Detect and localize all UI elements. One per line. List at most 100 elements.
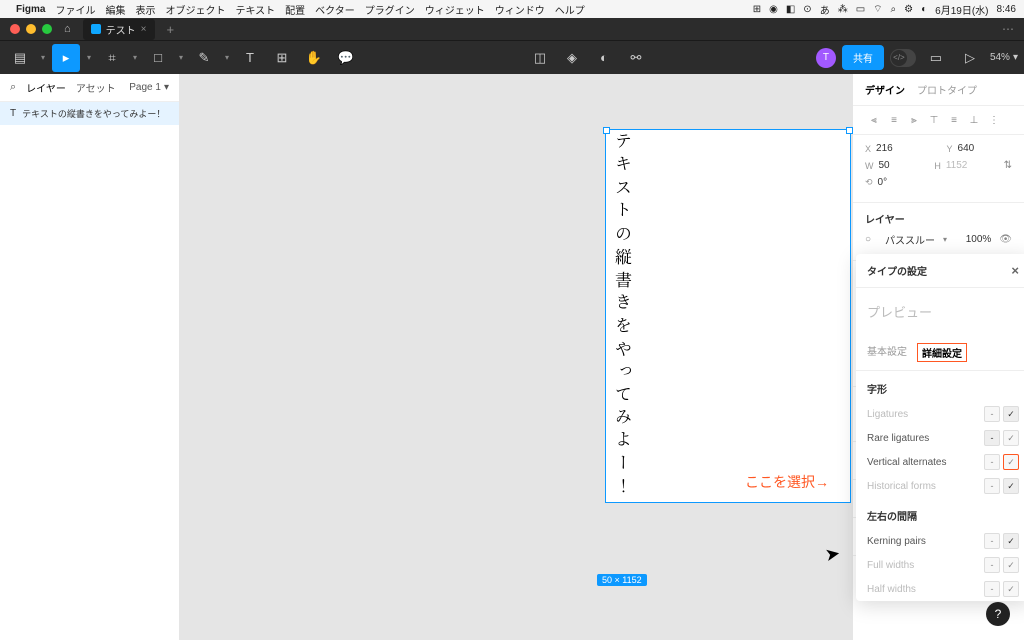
toggle-off[interactable]: - [984,430,1000,446]
align-hcenter-icon[interactable]: ≡ [885,112,903,128]
menubar-date[interactable]: 6月19日(水) [935,2,988,17]
layers-tab[interactable]: レイヤー [26,80,66,95]
control-center-icon[interactable]: ⚙ [904,4,913,15]
toggle-on[interactable]: ✓ [1003,533,1019,549]
component-icon[interactable]: ◫ [526,44,554,72]
prototype-tab[interactable]: プロトタイプ [917,82,977,97]
visibility-icon[interactable]: 👁 [999,234,1012,245]
mask-icon[interactable]: ◈ [558,44,586,72]
status-icon[interactable]: ⊞ [753,4,761,15]
x-field[interactable]: 216 [876,143,893,154]
menu-view[interactable]: 表示 [135,2,155,17]
text-layer-icon: T [10,108,16,119]
chevron-down-icon[interactable]: ▾ [130,44,140,72]
resources-tool[interactable]: ⊞ [268,44,296,72]
design-tab[interactable]: デザイン [865,82,905,97]
menu-help[interactable]: ヘルプ [555,2,585,17]
align-right-icon[interactable]: ⫸ [905,112,923,128]
drive-icon[interactable]: ◧ [786,4,795,15]
align-bottom-icon[interactable]: ⊥ [965,112,983,128]
align-top-icon[interactable]: ⊤ [925,112,943,128]
menu-edit[interactable]: 編集 [105,2,125,17]
play-icon[interactable]: ⊙ [803,4,811,15]
menu-file[interactable]: ファイル [55,2,95,17]
chevron-down-icon[interactable]: ▾ [84,44,94,72]
menu-window[interactable]: ウィンドウ [495,2,545,17]
menu-vector[interactable]: ベクター [315,2,355,17]
toggle-on[interactable]: ✓ [1003,430,1019,446]
selected-text-node[interactable]: テキストの縦書きをやってみよー！ [605,129,851,503]
w-field[interactable]: 50 [879,160,890,171]
canvas[interactable]: テキストの縦書きをやってみよー！ 50 × 1152 ここを選択→ ➤ タイプの… [180,74,852,640]
toggle-off[interactable]: - [984,406,1000,422]
toggle-on[interactable]: ✓ [1003,581,1019,597]
tab-advanced[interactable]: 詳細設定 [917,343,967,362]
toggle-on[interactable]: ✓ [1003,406,1019,422]
menu-arrange[interactable]: 配置 [285,2,305,17]
zoom-control[interactable]: 54%▾ [990,52,1018,63]
rotation-field[interactable]: 0° [878,177,888,188]
distribute-icon[interactable]: ⋮ [985,112,1003,128]
blend-mode[interactable]: パススルー [885,232,935,247]
toggle-off[interactable]: - [984,557,1000,573]
menu-text[interactable]: テキスト [235,2,275,17]
chevron-down-icon[interactable]: ▾ [222,44,232,72]
constrain-icon[interactable]: ⇅ [1004,160,1012,171]
line-icon[interactable]: ◉ [769,4,778,15]
wifi-icon[interactable]: ⌔ [873,3,882,16]
tab-basic[interactable]: 基本設定 [867,343,907,362]
search-icon[interactable]: ⌕ [891,4,897,15]
home-icon[interactable]: ⌂ [64,23,71,35]
pen-tool[interactable]: ✎ [190,44,218,72]
text-tool[interactable]: T [236,44,264,72]
help-button[interactable]: ? [986,602,1010,626]
tab-close-icon[interactable]: × [141,24,147,35]
toggle-off[interactable]: - [984,533,1000,549]
close-icon[interactable]: × [1011,263,1019,278]
move-tool[interactable]: ▸ [52,44,80,72]
menubar-time[interactable]: 8:46 [997,4,1016,15]
shape-tool[interactable]: □ [144,44,172,72]
bluetooth-icon[interactable]: ⁂ [838,4,848,15]
page-selector[interactable]: Page 1▾ [129,82,169,93]
link-icon[interactable]: ⚯ [622,44,650,72]
menu-plugin[interactable]: プラグイン [365,2,415,17]
toggle-off[interactable]: - [984,581,1000,597]
comment-tool[interactable]: 💬 [332,44,360,72]
hand-tool[interactable]: ✋ [300,44,328,72]
y-field[interactable]: 640 [958,143,975,154]
new-tab-button[interactable]: + [167,22,175,37]
assets-tab[interactable]: アセット [76,80,116,95]
align-left-icon[interactable]: ⫷ [865,112,883,128]
toggle-off[interactable]: - [984,478,1000,494]
search-icon[interactable]: ⌕ [10,81,16,94]
toggle-off[interactable]: - [984,454,1000,470]
chevron-down-icon[interactable]: ▾ [38,44,48,72]
toggle-on[interactable]: ✓ [1003,557,1019,573]
figma-menu-icon[interactable]: ▤ [6,44,34,72]
window-menu-icon[interactable]: ⋯ [1002,22,1014,36]
share-button[interactable]: 共有 [842,45,884,70]
type-settings-popover: タイプの設定 × プレビュー 基本設定 詳細設定 字形 Ligatures-✓ … [856,254,1024,601]
align-vcenter-icon[interactable]: ≡ [945,112,963,128]
library-icon[interactable]: ▭ [922,44,950,72]
ime-icon[interactable]: あ [820,2,830,17]
battery-icon[interactable]: ▭ [856,4,865,15]
menu-object[interactable]: オブジェクト [165,2,225,17]
boolean-icon[interactable]: ◐ [590,44,618,72]
toggle-on[interactable]: ✓ [1003,478,1019,494]
chevron-down-icon[interactable]: ▾ [176,44,186,72]
layer-opacity[interactable]: 100% [966,234,992,245]
dev-mode-toggle[interactable]: </> [890,49,916,67]
avatar[interactable]: T [816,48,836,68]
app-name[interactable]: Figma [16,4,45,15]
file-tab[interactable]: テスト × [83,19,155,40]
toggle-on[interactable]: ✓ [1003,454,1019,470]
present-icon[interactable]: ▷ [956,44,984,72]
siri-icon[interactable]: ◐ [921,4,927,15]
frame-tool[interactable]: ⌗ [98,44,126,72]
h-field[interactable]: 1152 [946,160,968,171]
menu-widget[interactable]: ウィジェット [425,2,485,17]
traffic-lights[interactable] [10,24,52,34]
layer-row[interactable]: T テキストの縦書きをやってみよー！ [0,102,179,125]
